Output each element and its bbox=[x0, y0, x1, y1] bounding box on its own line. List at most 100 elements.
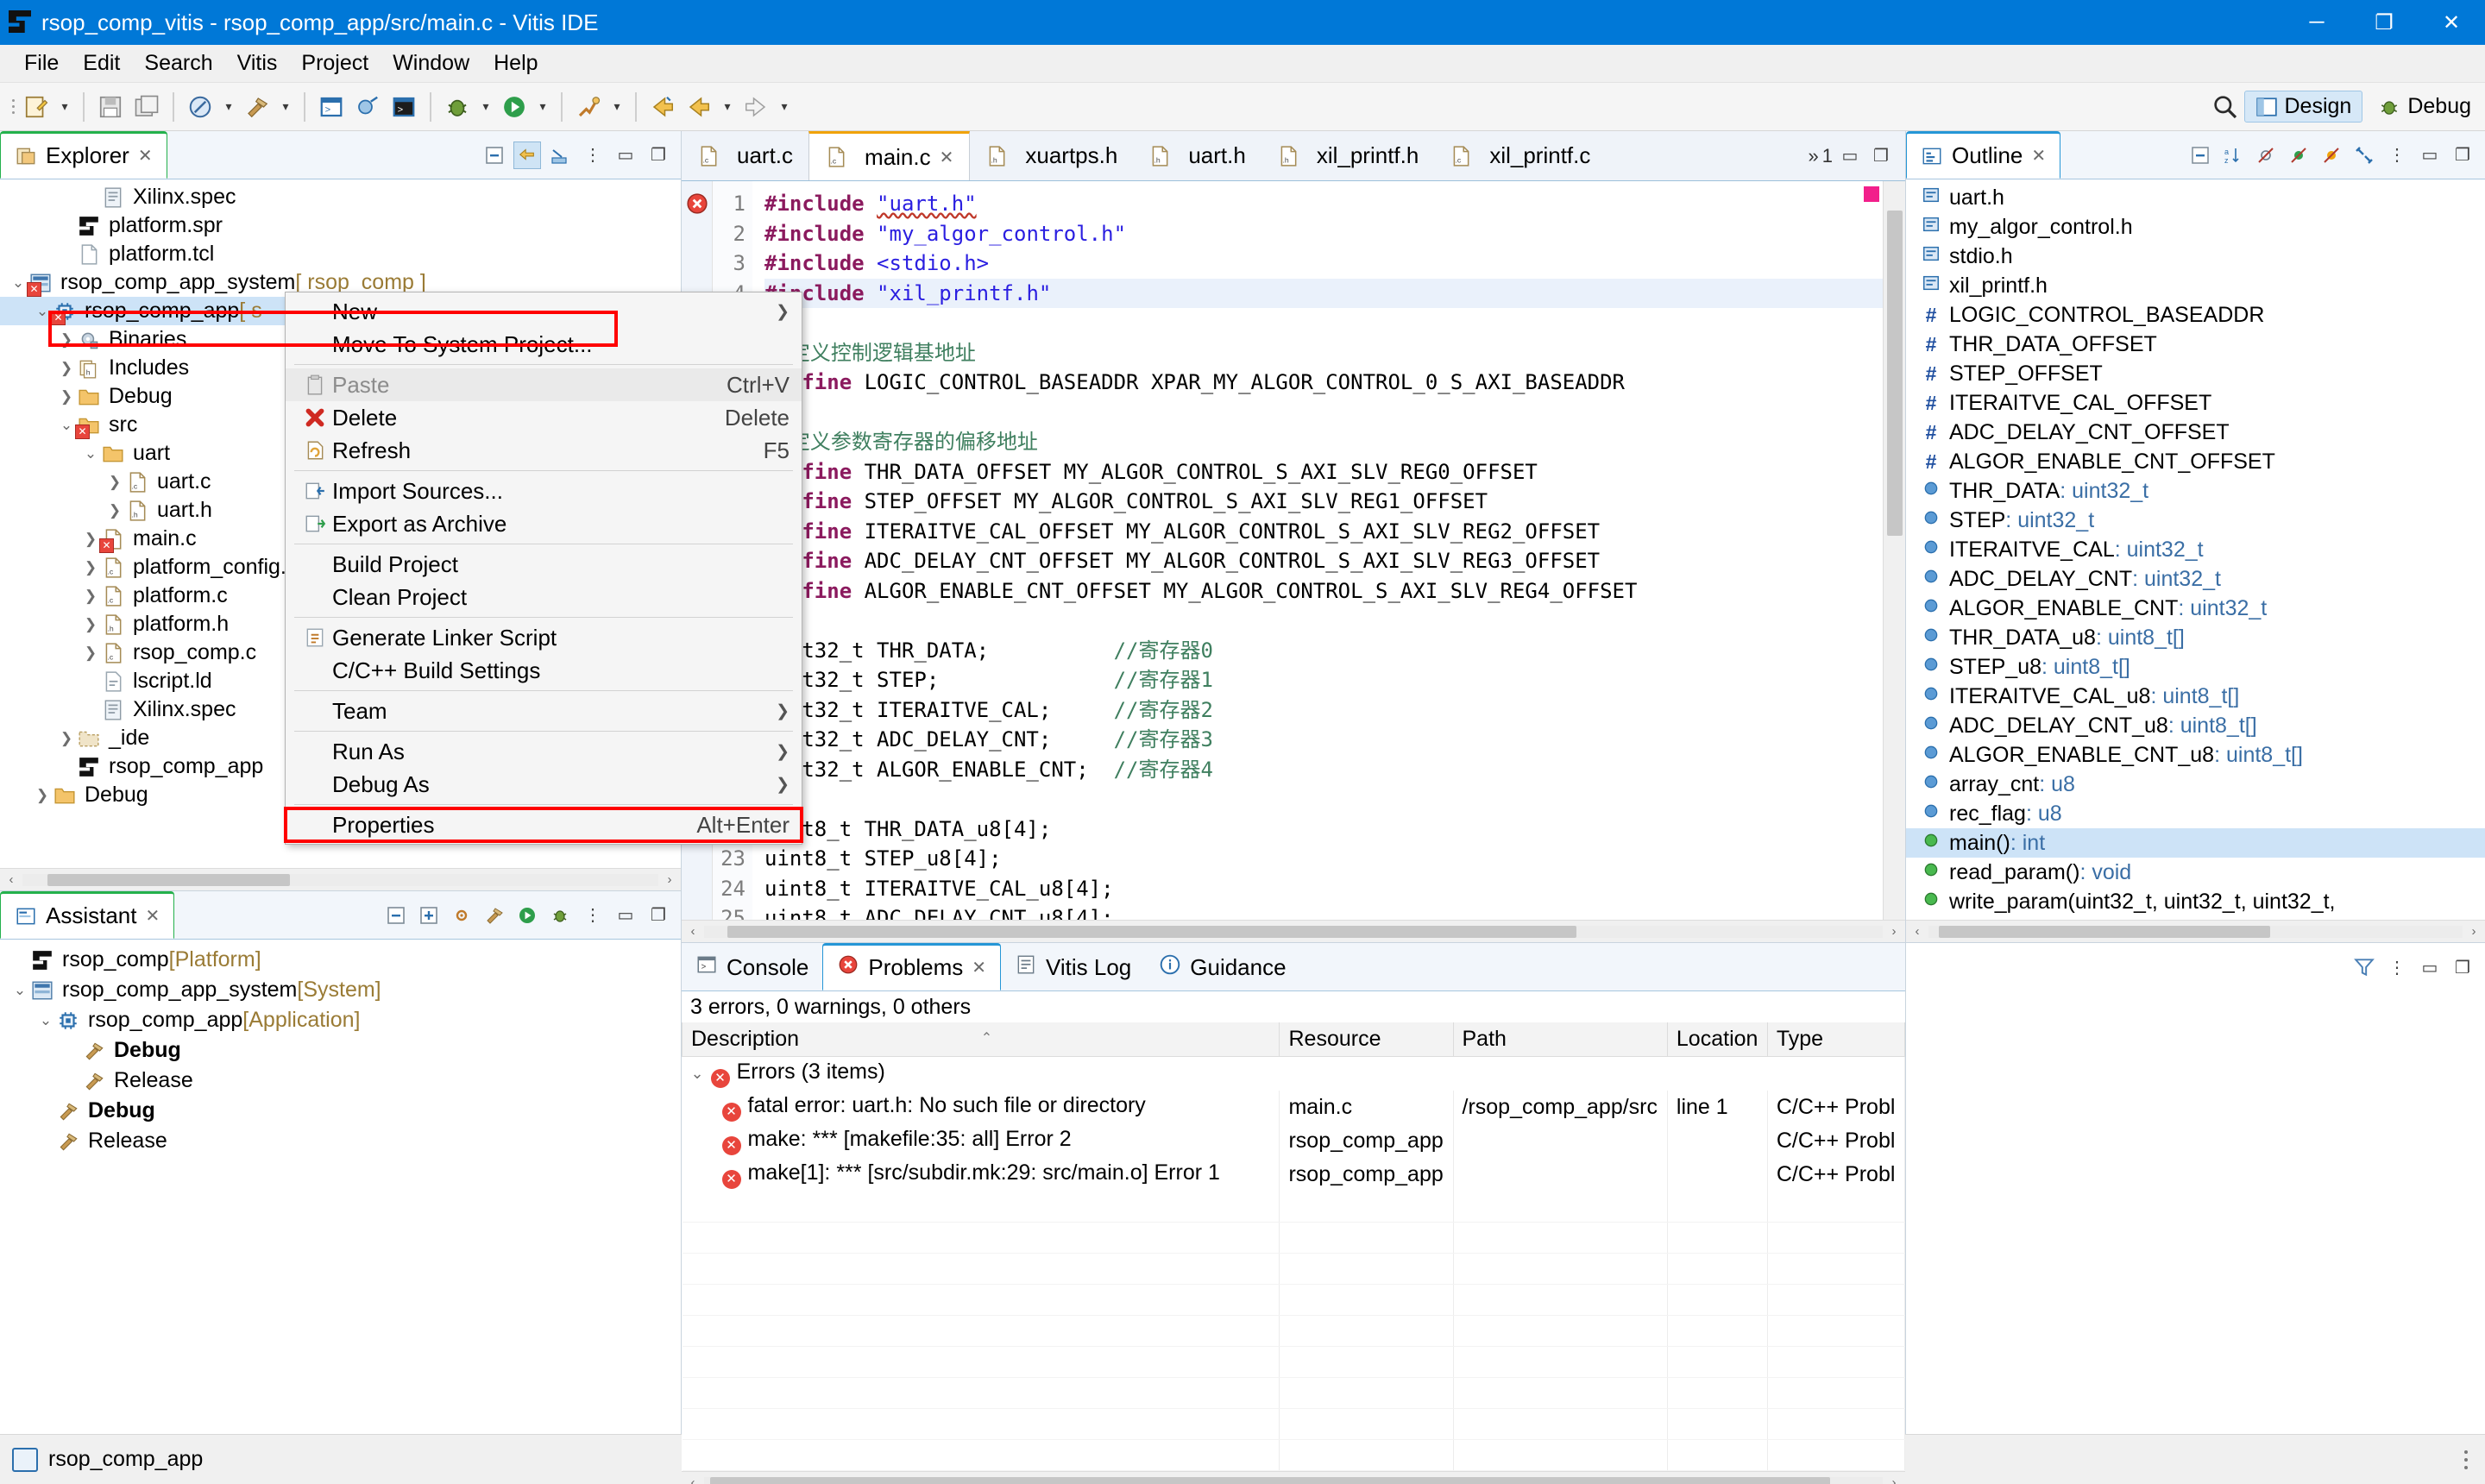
code-line[interactable]: #include "my_algor_control.h" bbox=[764, 219, 1883, 249]
code-line[interactable]: #define STEP_OFFSET MY_ALGOR_CONTROL_S_A… bbox=[764, 487, 1883, 517]
outline-item-adc-delay-cnt-u8[interactable]: ADC_DELAY_CNT_u8 : uint8_t[] bbox=[1906, 711, 2485, 740]
chevron-right-icon[interactable]: ❯ bbox=[55, 730, 78, 747]
editor-tab-uart-c[interactable]: .c uart.c bbox=[682, 131, 808, 180]
editor-tab-xil-printf-h[interactable]: .h xil_printf.h bbox=[1261, 131, 1435, 180]
problems-hscroll-track[interactable] bbox=[704, 1476, 1883, 1484]
code-line[interactable]: uint32_t ADC_DELAY_CNT; //寄存器3 bbox=[764, 725, 1883, 755]
outline-item-logic-control-baseaddr[interactable]: # LOGIC_CONTROL_BASEADDR bbox=[1906, 300, 2485, 330]
code-line[interactable] bbox=[764, 398, 1883, 428]
outline-item-thr-data-offset[interactable]: # THR_DATA_OFFSET bbox=[1906, 330, 2485, 359]
outline-item-adc-delay-cnt-offset[interactable]: # ADC_DELAY_CNT_OFFSET bbox=[1906, 418, 2485, 447]
ctx-menu-item-move-to-system-project[interactable]: Move To System Project... bbox=[286, 328, 802, 361]
back-dropdown-arrow[interactable]: ▾ bbox=[718, 91, 737, 123]
outline-item-iteraitve-cal[interactable]: ITERAITVE_CAL : uint32_t bbox=[1906, 535, 2485, 564]
code-line[interactable]: uint8_t ITERAITVE_CAL_u8[4]; bbox=[764, 874, 1883, 904]
hide-nonpublic-icon[interactable] bbox=[2318, 141, 2345, 169]
chevron-right-icon[interactable]: ❯ bbox=[55, 360, 78, 377]
bottom-tab-console[interactable]: > Console bbox=[682, 943, 822, 990]
save-icon[interactable] bbox=[93, 91, 128, 123]
maximize-view-icon[interactable]: ❐ bbox=[2449, 953, 2476, 981]
tree-item-xilinx-spec[interactable]: Xilinx.spec bbox=[0, 183, 681, 211]
problems-col-type[interactable]: Type bbox=[1766, 1022, 1905, 1057]
close-icon[interactable]: ✕ bbox=[972, 957, 986, 978]
outline-hscroll-thumb[interactable] bbox=[1939, 925, 2271, 938]
ctx-menu-item-run-as[interactable]: Run As ❯ bbox=[286, 735, 802, 768]
outline-list[interactable]: uart.h my_algor_control.h stdio.h xil_print… bbox=[1906, 179, 2485, 916]
maximize-button[interactable]: ❐ bbox=[2350, 0, 2418, 45]
assistant-row-release[interactable]: Release bbox=[0, 1066, 681, 1096]
problems-col-description[interactable]: Description ⌃ bbox=[682, 1022, 1280, 1057]
menu-help[interactable]: Help bbox=[481, 47, 550, 79]
menu-search[interactable]: Search bbox=[132, 47, 224, 79]
save-all-icon[interactable] bbox=[129, 91, 164, 123]
build-all-icon[interactable] bbox=[183, 91, 217, 123]
close-icon[interactable]: ✕ bbox=[2031, 145, 2046, 167]
tab-outline[interactable]: Outline ✕ bbox=[1906, 131, 2061, 179]
editor-hscrollbar[interactable]: ‹ › bbox=[682, 920, 1905, 942]
scroll-left-icon[interactable]: ‹ bbox=[0, 872, 22, 887]
code-line[interactable]: uint32_t THR_DATA; //寄存器0 bbox=[764, 636, 1883, 666]
perspective-debug[interactable]: Debug bbox=[2368, 91, 2482, 122]
problems-group-row[interactable]: ⌄ ✕ Errors (3 items) bbox=[682, 1056, 1905, 1091]
assistant-row-release[interactable]: Release bbox=[0, 1126, 681, 1156]
code-line[interactable]: #include <stdio.h> bbox=[764, 248, 1883, 279]
run-icon[interactable] bbox=[497, 91, 532, 123]
outline-item-thr-data[interactable]: THR_DATA : uint32_t bbox=[1906, 476, 2485, 506]
bottom-tab-problems[interactable]: Problems ✕ bbox=[822, 943, 1001, 990]
terminal-icon[interactable]: > bbox=[314, 91, 349, 123]
ctx-menu-item-clean-project[interactable]: Clean Project bbox=[286, 581, 802, 613]
new-file-icon[interactable] bbox=[19, 91, 53, 123]
ctx-menu-item-team[interactable]: Team ❯ bbox=[286, 695, 802, 727]
profile-dropdown-arrow[interactable]: ▾ bbox=[607, 91, 626, 123]
chevron-right-icon[interactable]: ❯ bbox=[79, 588, 102, 605]
ctx-menu-item-build-project[interactable]: Build Project bbox=[286, 548, 802, 581]
scroll-right-icon[interactable]: › bbox=[2463, 924, 2485, 939]
maximize-view-icon[interactable]: ❐ bbox=[645, 141, 672, 169]
code-line[interactable]: #define LOGIC_CONTROL_BASEADDR XPAR_MY_A… bbox=[764, 368, 1883, 398]
submenu-chevron-icon[interactable]: ❯ bbox=[776, 701, 790, 721]
hammer-build-icon[interactable] bbox=[240, 91, 274, 123]
table-row[interactable]: ✕ fatal error: uart.h: No such file or di… bbox=[682, 1091, 1905, 1124]
menu-window[interactable]: Window bbox=[381, 47, 481, 79]
submenu-chevron-icon[interactable]: ❯ bbox=[776, 302, 790, 322]
problems-col-location[interactable]: Location bbox=[1666, 1022, 1768, 1057]
view-menu-icon[interactable]: ⋮ bbox=[2383, 141, 2411, 169]
outline-item-iteraitve-cal-offset[interactable]: # ITERAITVE_CAL_OFFSET bbox=[1906, 388, 2485, 418]
problems-hscroll-thumb[interactable] bbox=[709, 1476, 1830, 1484]
editor-vscroll-thumb[interactable] bbox=[1887, 211, 1903, 536]
editor-code-content[interactable]: #include "uart.h" #include "my_algor_cont… bbox=[752, 181, 1883, 920]
scroll-right-icon[interactable]: › bbox=[1883, 1475, 1905, 1484]
chevron-right-icon[interactable]: ❯ bbox=[79, 616, 102, 633]
perspective-design[interactable]: Design bbox=[2243, 91, 2363, 123]
close-button[interactable]: ✕ bbox=[2418, 0, 2485, 45]
chevron-right-icon[interactable]: ❯ bbox=[104, 502, 126, 519]
minimize-view-icon[interactable]: ▭ bbox=[612, 902, 639, 929]
tab-assistant[interactable]: Assistant ✕ bbox=[0, 891, 175, 939]
ctx-menu-item-paste[interactable]: Paste Ctrl+V bbox=[286, 368, 802, 401]
assistant-row-rsop-comp[interactable]: rsop_comp [Platform] bbox=[0, 945, 681, 975]
outline-item-adc-delay-cnt[interactable]: ADC_DELAY_CNT : uint32_t bbox=[1906, 564, 2485, 594]
close-icon[interactable]: ✕ bbox=[146, 905, 160, 927]
problems-table-header[interactable]: Description ⌃ Resource Path Location Type bbox=[682, 1022, 1905, 1057]
hide-fields-icon[interactable] bbox=[2252, 141, 2280, 169]
close-icon[interactable]: ✕ bbox=[940, 147, 954, 168]
maximize-view-icon[interactable]: ❐ bbox=[2449, 141, 2476, 169]
scroll-right-icon[interactable]: › bbox=[1883, 924, 1905, 939]
minimize-view-icon[interactable]: ▭ bbox=[1836, 142, 1864, 170]
submenu-chevron-icon[interactable]: ❯ bbox=[776, 742, 790, 762]
outline-item-array-cnt[interactable]: array_cnt : u8 bbox=[1906, 770, 2485, 799]
outline-item-thr-data-u8[interactable]: THR_DATA_u8 : uint8_t[] bbox=[1906, 623, 2485, 652]
tab-explorer[interactable]: Explorer ✕ bbox=[0, 131, 167, 179]
outline-hscroll-track[interactable] bbox=[1928, 925, 2463, 938]
tree-item-platform-spr[interactable]: platform.spr bbox=[0, 211, 681, 240]
menu-file[interactable]: File bbox=[12, 47, 71, 79]
assistant-row-rsop-comp-app[interactable]: ⌄ rsop_comp_app [Application] bbox=[0, 1005, 681, 1035]
search-icon[interactable] bbox=[2208, 91, 2243, 123]
build-all-dropdown-arrow[interactable]: ▾ bbox=[219, 91, 238, 123]
view-menu-icon[interactable]: ⋮ bbox=[2383, 953, 2411, 981]
chevron-down-icon[interactable]: ⌄ bbox=[35, 1012, 57, 1029]
outline-item-algor-enable-cnt[interactable]: ALGOR_ENABLE_CNT : uint32_t bbox=[1906, 594, 2485, 623]
debug-bug-icon[interactable] bbox=[546, 902, 574, 929]
code-line[interactable]: uint32_t STEP; //寄存器1 bbox=[764, 665, 1883, 695]
editor-tab-main-c[interactable]: .c main.c ✕ bbox=[808, 131, 971, 180]
